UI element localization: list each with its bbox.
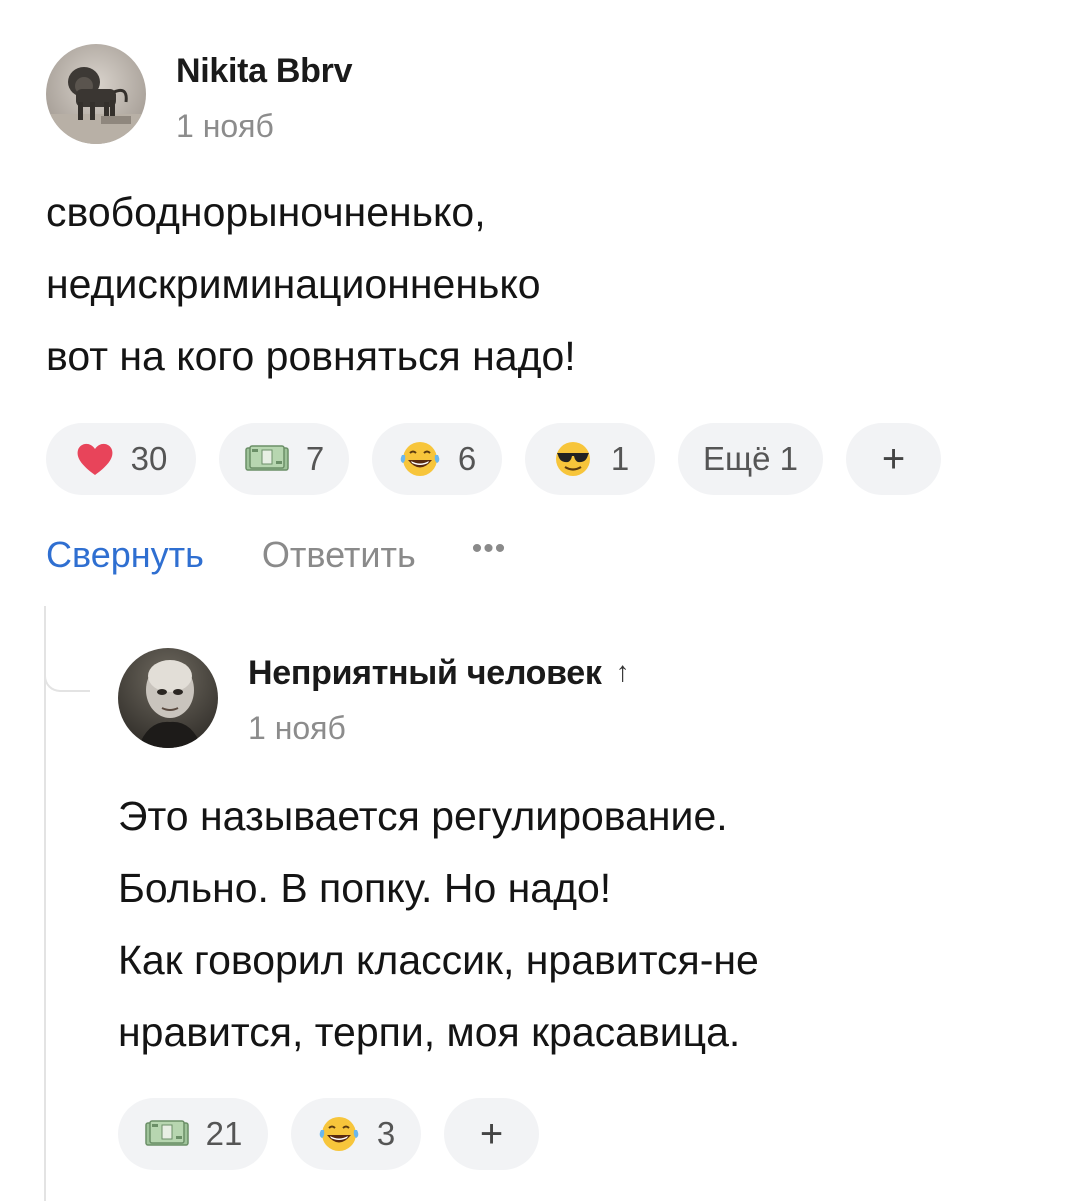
comment-text-line: недискриминационненько	[46, 261, 541, 307]
reaction-laughing[interactable]: 6	[372, 423, 502, 495]
reaction-count: 3	[376, 1115, 396, 1152]
reaction-count: 6	[457, 440, 477, 477]
reaction-count: 7	[305, 440, 325, 477]
reaction-money[interactable]: 21	[118, 1098, 268, 1170]
comment-text: Это называется регулирование. Больно. В …	[118, 780, 759, 1068]
laughing-tears-emoji	[317, 1114, 361, 1154]
reaction-count: 21	[205, 1115, 243, 1152]
heart-icon	[75, 441, 115, 477]
sunglasses-emoji	[551, 439, 595, 479]
comment-text-line: Как говорил классик, нравится-не	[118, 937, 759, 983]
money-icon	[144, 1119, 190, 1149]
add-reaction-button[interactable]: +	[444, 1098, 539, 1170]
reply-button[interactable]: Ответить	[262, 534, 416, 576]
more-reactions-label: Ещё 1	[702, 440, 799, 477]
money-icon	[244, 444, 290, 474]
laughing-tears-emoji	[398, 439, 442, 479]
up-arrow-icon: ↑	[615, 656, 630, 687]
comment-date: 1 нояб	[248, 710, 346, 746]
thread-line	[44, 606, 46, 1201]
comment-text-line: свободнорыночненько,	[46, 189, 486, 235]
add-reaction-button[interactable]: +	[846, 423, 941, 495]
avatar[interactable]	[46, 44, 146, 144]
reaction-count: 1	[610, 440, 630, 477]
author-name-text: Неприятный человек	[248, 654, 602, 692]
avatar[interactable]	[118, 648, 218, 748]
thread-connector	[44, 640, 90, 692]
comment-text-line: Больно. В попку. Но надо!	[118, 865, 612, 911]
lion-statue-avatar-icon	[46, 44, 146, 144]
reaction-count: 30	[130, 440, 168, 477]
author-name[interactable]: Неприятный человек ↑	[248, 654, 630, 693]
author-name[interactable]: Nikita Bbrv	[176, 52, 353, 91]
reactions-bar: 30 7 6 1 Ещё 1 +	[46, 423, 941, 495]
person-avatar-icon	[118, 648, 218, 748]
comment-text-line: нравится, терпи, моя красавица.	[118, 1009, 741, 1055]
comment-text: свободнорыночненько, недискриминационнен…	[46, 176, 576, 392]
comment-actions: Свернуть Ответить •••	[46, 532, 507, 576]
reaction-sunglasses[interactable]: 1	[525, 423, 655, 495]
plus-icon: +	[881, 436, 906, 481]
comment-date: 1 нояб	[176, 108, 274, 144]
collapse-button[interactable]: Свернуть	[46, 534, 204, 576]
more-options-icon[interactable]: •••	[472, 532, 507, 566]
reactions-bar: 21 3 +	[118, 1098, 539, 1170]
reaction-heart[interactable]: 30	[46, 423, 196, 495]
reaction-money[interactable]: 7	[219, 423, 349, 495]
comment-text-line: вот на кого ровняться надо!	[46, 333, 576, 379]
reaction-laughing[interactable]: 3	[291, 1098, 421, 1170]
more-reactions-button[interactable]: Ещё 1	[678, 423, 823, 495]
comment-text-line: Это называется регулирование.	[118, 793, 728, 839]
plus-icon: +	[479, 1111, 504, 1156]
